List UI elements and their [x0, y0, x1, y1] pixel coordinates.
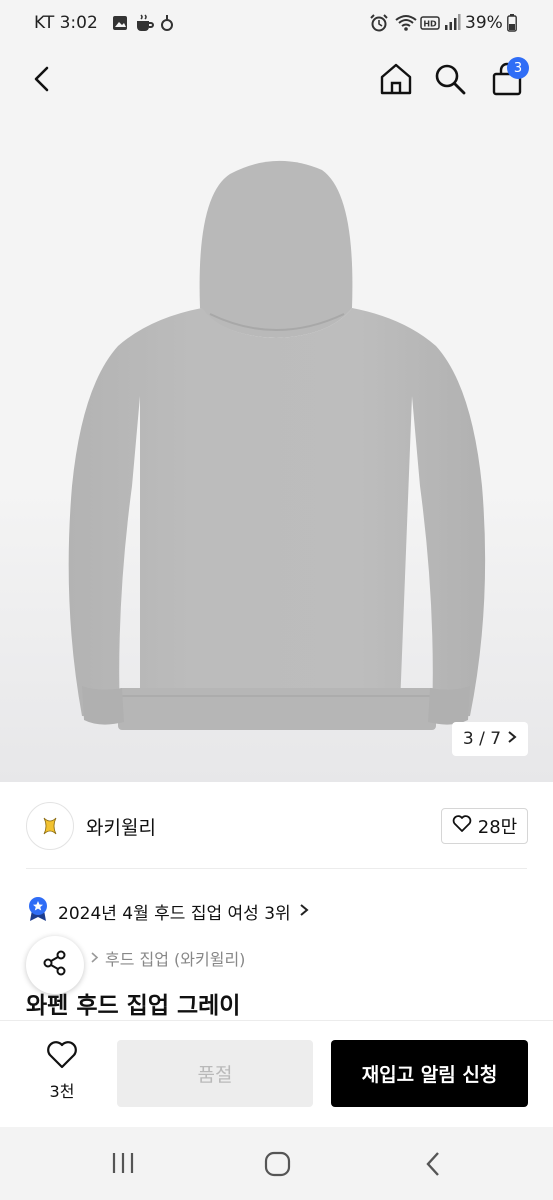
signal-icon	[443, 13, 461, 35]
divider	[26, 868, 527, 869]
svg-text:HD: HD	[423, 20, 437, 29]
chevron-right-icon	[299, 902, 309, 922]
heart-icon	[46, 1040, 78, 1074]
brand-name[interactable]: 와키윌리	[86, 813, 156, 840]
battery-icon	[507, 14, 517, 36]
back-button-icon[interactable]	[424, 1151, 442, 1181]
image-counter-text: 3 / 7	[462, 729, 502, 749]
ranking-link[interactable]: 2024년 4월 후드 집업 여성 3위	[26, 896, 309, 927]
battery-percentage: 39%	[465, 13, 503, 33]
chevron-right-icon	[90, 949, 99, 968]
heart-icon	[452, 814, 472, 838]
wishlist-button[interactable]: 3천	[30, 1040, 94, 1106]
carrier-time: KT 3:02	[34, 13, 98, 33]
app-icon	[160, 14, 174, 36]
wishlist-count: 3천	[49, 1082, 75, 1101]
product-image	[68, 160, 486, 730]
ranking-text: 2024년 4월 후드 집업 여성 3위	[58, 904, 291, 924]
brand-like-count: 28만	[477, 817, 518, 838]
restock-alert-button[interactable]: 재입고 알림 신청	[331, 1040, 528, 1107]
coffee-icon	[135, 14, 155, 36]
cart-count-badge: 3	[507, 57, 529, 79]
hd-icon: HD	[420, 15, 440, 35]
product-image-gallery[interactable]: 3 / 7	[0, 46, 553, 782]
wifi-icon	[394, 14, 418, 36]
home-button-icon[interactable]	[264, 1151, 292, 1181]
home-icon[interactable]	[374, 57, 418, 101]
status-bar: KT 3:02 HD 39%	[0, 0, 553, 46]
recent-apps-icon[interactable]	[110, 1151, 136, 1179]
brand-like-button[interactable]: 28만	[441, 808, 528, 844]
breadcrumb-category: 후드 집업 (와키윌리)	[105, 950, 246, 969]
chevron-right-icon	[507, 729, 517, 749]
search-icon[interactable]	[428, 57, 472, 101]
product-title: 와펜 후드 집업 그레이	[26, 993, 241, 1019]
brand-logo-icon	[43, 817, 57, 835]
back-arrow-icon[interactable]	[20, 57, 64, 101]
soldout-button: 품절	[117, 1040, 313, 1107]
system-nav-bar	[0, 1127, 553, 1200]
image-counter[interactable]: 3 / 7	[452, 722, 528, 756]
gallery-icon	[112, 15, 128, 35]
brand-logo[interactable]	[26, 802, 74, 850]
ranking-badge-icon	[26, 896, 50, 927]
share-icon	[41, 949, 69, 981]
alarm-icon	[369, 14, 389, 36]
